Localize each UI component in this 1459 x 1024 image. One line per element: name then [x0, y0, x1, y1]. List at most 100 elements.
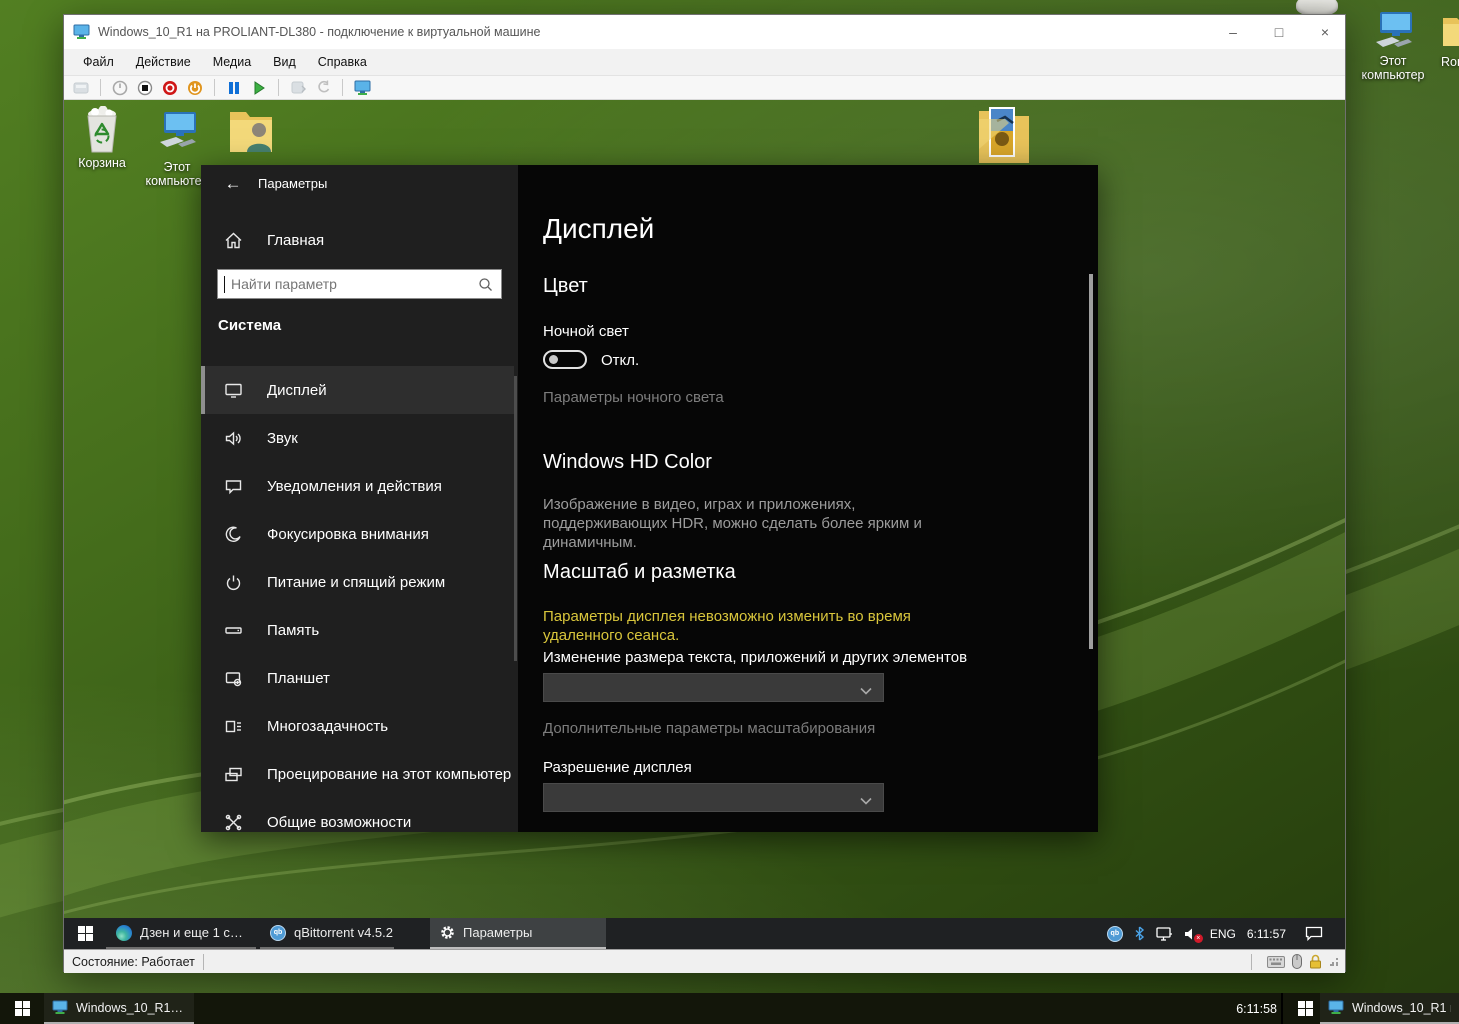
bluetooth-icon[interactable] [1134, 926, 1145, 941]
taskbar-button-label: Дзен и еще 1 страни... [140, 925, 246, 940]
sidebar-item-notifications[interactable]: Уведомления и действия [201, 462, 514, 510]
close-icon[interactable]: × [1315, 24, 1335, 40]
checkpoint-button[interactable] [289, 79, 307, 97]
search-icon[interactable] [478, 277, 493, 292]
host-taskbar-button-vm[interactable]: Windows_10_R1 на P... [44, 993, 194, 1024]
recycle-bin-icon [79, 106, 125, 156]
toolbar-separator [214, 79, 215, 96]
network-icon[interactable] [1156, 927, 1173, 941]
vm-toolbar [64, 76, 1345, 100]
taskbar-button-settings[interactable]: Параметры [430, 918, 606, 949]
sidebar-item-multitasking[interactable]: Многозадачность [201, 702, 514, 750]
language-indicator[interactable]: ENG [1210, 927, 1236, 941]
menu-file[interactable]: Файл [72, 49, 125, 76]
resume-vm-button[interactable] [250, 79, 268, 97]
vm-connect-icon [1328, 1000, 1344, 1015]
guest-desktop: Корзина Этот компьютер [64, 100, 1345, 949]
shut-down-vm-button[interactable] [186, 79, 204, 97]
host-clock[interactable]: 6:11:58 [1221, 993, 1277, 1024]
sidebar-item-label: Питание и спящий режим [267, 574, 445, 591]
toolbar-separator [342, 79, 343, 96]
scale-dropdown-label: Изменение размера текста, приложений и д… [543, 649, 1063, 666]
projecting-icon [223, 764, 243, 784]
host-desktop-icon-folder[interactable]: Ron [1441, 10, 1459, 69]
taskbar-button-qbittorrent[interactable]: qb qBittorrent v4.5.2 [260, 918, 394, 949]
maximize-icon[interactable]: □ [1269, 24, 1289, 40]
sidebar-item-tablet[interactable]: Планшет [201, 654, 514, 702]
scale-dropdown[interactable] [543, 673, 884, 702]
settings-window: ← Параметры Главная [201, 165, 1098, 832]
host-taskbar-button-vm-2[interactable]: Windows_10_R1 на P. [1320, 993, 1459, 1024]
night-light-toggle[interactable] [543, 350, 587, 369]
back-arrow-icon[interactable]: ← [217, 171, 249, 197]
revert-button[interactable] [314, 79, 332, 97]
guest-desktop-icon-user-folder[interactable] [226, 104, 278, 163]
selection-indicator [201, 366, 205, 414]
night-light-settings-link[interactable]: Параметры ночного света [543, 389, 724, 406]
stop-vm-button[interactable] [136, 79, 154, 97]
sidebar-item-label: Планшет [267, 670, 330, 687]
sidebar-item-home[interactable]: Главная [201, 223, 518, 257]
gear-icon [440, 925, 455, 940]
pause-vm-button[interactable] [225, 79, 243, 97]
tablet-icon [223, 668, 243, 688]
action-center-icon[interactable] [1305, 926, 1323, 941]
clock[interactable]: 6:11:57 [1247, 927, 1286, 941]
menu-view[interactable]: Вид [262, 49, 307, 76]
qbittorrent-tray-icon[interactable]: qb [1107, 926, 1123, 942]
vm-titlebar[interactable]: Windows_10_R1 на PROLIANT-DL380 - подклю… [64, 15, 1345, 49]
sidebar-item-label: Дисплей [267, 382, 327, 399]
advanced-scaling-link[interactable]: Дополнительные параметры масштабирования [543, 720, 875, 737]
toggle-knob [549, 355, 558, 364]
mute-badge: × [1194, 934, 1203, 943]
host-desktop-icon-this-pc[interactable]: Этот компьютер [1348, 8, 1438, 82]
ctrl-alt-del-button[interactable] [72, 79, 90, 97]
sidebar-item-power-sleep[interactable]: Питание и спящий режим [201, 558, 514, 606]
color-section-heading: Цвет [543, 275, 588, 298]
resize-grip[interactable] [1329, 957, 1339, 967]
host-start-button[interactable] [0, 993, 44, 1024]
keyboard-capture-icon[interactable] [1267, 956, 1285, 968]
menu-media[interactable]: Медиа [202, 49, 262, 76]
settings-window-title: Параметры [258, 176, 327, 191]
guest-desktop-icon-pictures-folder[interactable] [975, 101, 1033, 172]
sidebar-item-display[interactable]: Дисплей [201, 366, 514, 414]
resolution-label: Разрешение дисплея [543, 759, 692, 776]
guest-taskbar: Дзен и еще 1 страни... qb qBittorrent v4… [64, 918, 1345, 949]
search-input[interactable] [225, 276, 478, 292]
volume-muted-icon[interactable]: × [1184, 927, 1199, 941]
sidebar-item-projecting[interactable]: Проецирование на этот компьютер [201, 750, 514, 798]
mouse-capture-icon[interactable] [1292, 954, 1302, 969]
user-folder-icon [226, 104, 276, 158]
start-vm-button[interactable] [111, 79, 129, 97]
sidebar-item-focus-assist[interactable]: Фокусировка внимания [201, 510, 514, 558]
sidebar-item-sound[interactable]: Звук [201, 414, 514, 462]
turn-off-vm-button[interactable] [161, 79, 179, 97]
multitasking-icon [223, 716, 243, 736]
page-title: Дисплей [543, 213, 654, 245]
sidebar-item-storage[interactable]: Память [201, 606, 514, 654]
settings-search-box[interactable] [217, 269, 502, 299]
menu-help[interactable]: Справка [307, 49, 378, 76]
minimize-icon[interactable]: – [1223, 24, 1243, 40]
this-pc-icon [1370, 8, 1416, 54]
chevron-down-icon [860, 792, 872, 810]
enhanced-session-button[interactable] [353, 79, 371, 97]
guest-desktop-icon-this-pc[interactable] [152, 108, 202, 154]
vm-window-title: Windows_10_R1 на PROLIANT-DL380 - подклю… [98, 25, 540, 39]
qbittorrent-icon: qb [270, 925, 286, 941]
sidebar-item-shared-experiences[interactable]: Общие возможности [201, 798, 514, 832]
resolution-dropdown[interactable] [543, 783, 884, 812]
guest-desktop-icon-recycle-bin[interactable]: Корзина [76, 106, 128, 170]
sidebar-item-label: Фокусировка внимания [267, 526, 429, 543]
taskbar-button-edge[interactable]: Дзен и еще 1 страни... [106, 918, 256, 949]
folder-icon [1441, 10, 1459, 50]
sidebar-item-label: Общие возможности [267, 814, 411, 831]
main-scrollbar[interactable] [1089, 274, 1093, 649]
windows-logo-icon [1298, 1001, 1313, 1016]
guest-start-button[interactable] [64, 918, 106, 949]
host-taskbar: Windows_10_R1 на P... 6:11:58 Windows_10… [0, 993, 1459, 1024]
sidebar-scrollbar[interactable] [514, 376, 517, 661]
menu-action[interactable]: Действие [125, 49, 202, 76]
sidebar-item-label: Память [267, 622, 319, 639]
